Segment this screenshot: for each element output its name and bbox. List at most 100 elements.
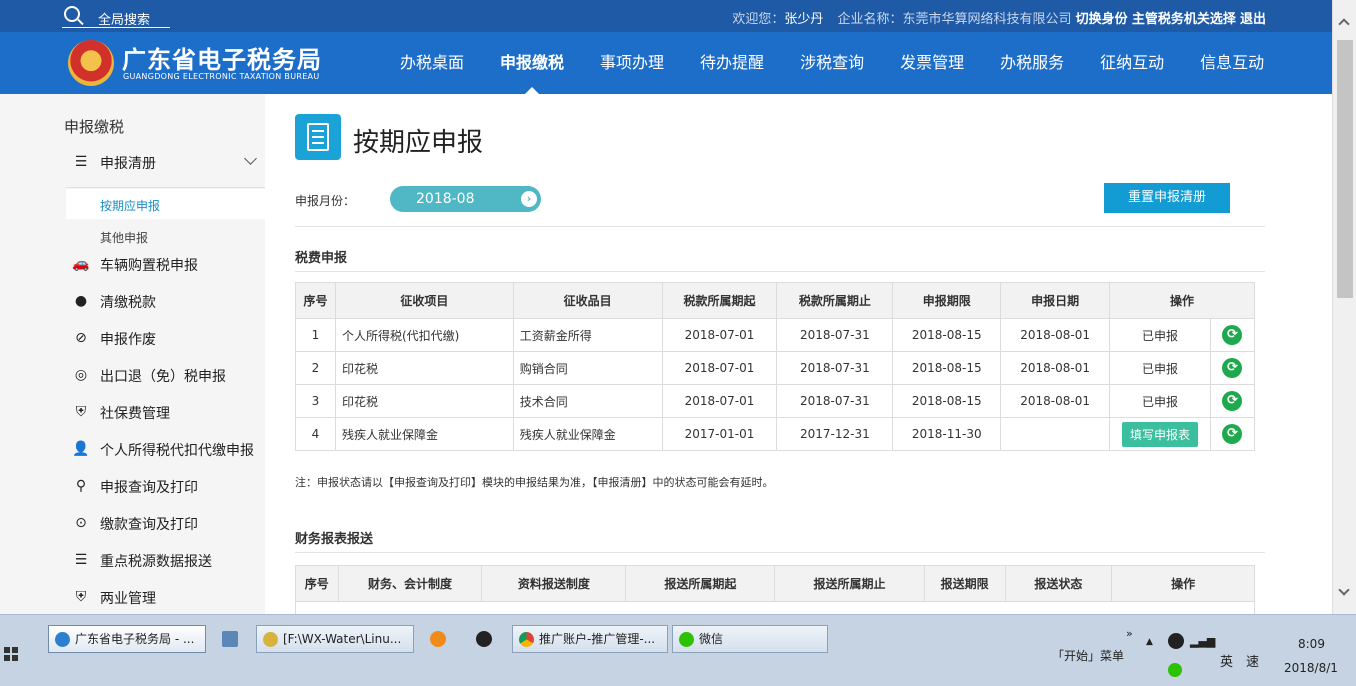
global-search[interactable]: 全局搜索 bbox=[62, 4, 170, 28]
taskbar-ie-window[interactable]: 广东省电子税务局 - ... bbox=[48, 625, 206, 653]
page-title: 按期应申报 bbox=[353, 128, 484, 158]
cell-item: 印花税 bbox=[334, 351, 514, 385]
computer-icon[interactable] bbox=[222, 631, 238, 647]
taskbar-chrome-window[interactable]: 推广账户-推广管理-... bbox=[512, 625, 668, 653]
col-header: 报送状态 bbox=[1004, 565, 1113, 602]
sidebar-item-iit-withholding[interactable]: 👤 个人所得税代扣代缴申报 bbox=[66, 437, 265, 463]
shield-icon: ⛨ bbox=[75, 404, 87, 420]
nav-matters[interactable]: 事项办理 bbox=[582, 32, 682, 94]
windows-start-icon[interactable] bbox=[4, 647, 18, 661]
list-icon: ☰ bbox=[74, 552, 88, 568]
clock-time[interactable]: 8:09 bbox=[1298, 637, 1325, 651]
flame-icon[interactable] bbox=[430, 631, 446, 647]
scroll-up-icon[interactable] bbox=[1338, 18, 1350, 30]
qq-icon[interactable] bbox=[476, 631, 492, 647]
site-header: 广东省电子税务局 GUANGDONG ELECTRONIC TAXATION B… bbox=[0, 32, 1332, 94]
refresh-icon[interactable]: ⟳ bbox=[1222, 424, 1243, 444]
nav-todo[interactable]: 待办提醒 bbox=[682, 32, 782, 94]
global-search-label: 全局搜索 bbox=[98, 13, 151, 28]
wechat-tray-icon[interactable] bbox=[1168, 663, 1182, 677]
start-menu-label[interactable]: 「开始」菜单 bbox=[1052, 647, 1124, 664]
divider bbox=[295, 552, 1265, 553]
switch-identity-link[interactable]: 切换身份 bbox=[1076, 12, 1128, 27]
sidebar-sub-periodic[interactable]: 按期应申报 bbox=[66, 189, 265, 219]
ime-mode[interactable]: 速 bbox=[1246, 651, 1259, 670]
cell-date bbox=[1000, 417, 1111, 451]
logout-link[interactable]: 退出 bbox=[1240, 12, 1266, 27]
nav-info[interactable]: 信息互动 bbox=[1182, 32, 1282, 94]
choose-authority-link[interactable]: 主管税务机关选择 bbox=[1132, 12, 1236, 27]
col-header: 序号 bbox=[295, 282, 336, 319]
nav-tax-query[interactable]: 涉税查询 bbox=[782, 32, 882, 94]
nav-desktop[interactable]: 办税桌面 bbox=[382, 32, 482, 94]
fill-declaration-button[interactable]: 填写申报表 bbox=[1122, 421, 1199, 447]
sidebar-item-declare-query[interactable]: ⚲ 申报查询及打印 bbox=[66, 474, 265, 500]
company-name: 东莞市华算网络科技有限公司 bbox=[902, 12, 1072, 27]
taskbar-wechat-window[interactable]: 微信 bbox=[672, 625, 828, 653]
reset-declare-list-button[interactable]: 重置申报清册 bbox=[1104, 183, 1230, 213]
table-row: 2 印花税 购销合同 2018-07-01 2018-07-31 2018-08… bbox=[295, 351, 1256, 385]
sidebar-item-two-industries[interactable]: ⛨ 两业管理 bbox=[66, 585, 265, 611]
page-scrollbar[interactable] bbox=[1332, 0, 1356, 614]
money-bag-icon: ● bbox=[74, 293, 88, 309]
cell-no: 1 bbox=[295, 318, 336, 352]
clock-date[interactable]: 2018/8/1 bbox=[1284, 661, 1338, 675]
nav-invoice[interactable]: 发票管理 bbox=[882, 32, 982, 94]
tray-expand-icon[interactable]: ▲ bbox=[1146, 637, 1153, 647]
ime-language[interactable]: 英 bbox=[1220, 651, 1233, 670]
refresh-icon[interactable]: ⟳ bbox=[1222, 325, 1243, 345]
sidebar-item-export-refund[interactable]: ◎ 出口退（免）税申报 bbox=[66, 363, 265, 389]
divider bbox=[295, 271, 1265, 272]
sidebar-item-label: 出口退（免）税申报 bbox=[100, 369, 226, 385]
nav-service[interactable]: 办税服务 bbox=[982, 32, 1082, 94]
cell-item: 印花税 bbox=[334, 384, 514, 418]
sidebar-item-social-security[interactable]: ⛨ 社保费管理 bbox=[66, 400, 265, 426]
sidebar-item-key-source[interactable]: ☰ 重点税源数据报送 bbox=[66, 548, 265, 574]
cell-category: 技术合同 bbox=[512, 384, 663, 418]
nav-declare-pay[interactable]: 申报缴税 bbox=[482, 32, 582, 94]
sidebar-sub-other[interactable]: 其他申报 bbox=[66, 221, 265, 251]
ie-icon bbox=[55, 632, 70, 647]
sidebar-item-clear-tax[interactable]: ● 清缴税款 bbox=[66, 289, 265, 315]
logo-subtitle: GUANGDONG ELECTRONIC TAXATION BUREAU bbox=[123, 72, 320, 81]
col-header: 申报日期 bbox=[1000, 282, 1111, 319]
user-name: 张少丹 bbox=[784, 12, 824, 27]
logo-title[interactable]: 广东省电子税务局 bbox=[122, 40, 322, 75]
chrome-icon bbox=[519, 632, 534, 647]
col-header: 申报期限 bbox=[892, 282, 1002, 319]
scroll-down-icon[interactable] bbox=[1338, 584, 1350, 596]
sidebar-item-payment-query[interactable]: ⊙ 缴款查询及打印 bbox=[66, 511, 265, 537]
cell-start: 2017-01-01 bbox=[661, 417, 778, 451]
wechat-icon bbox=[679, 632, 694, 647]
cell-refresh: ⟳ bbox=[1209, 417, 1256, 451]
refresh-icon[interactable]: ⟳ bbox=[1222, 358, 1243, 378]
sidebar-item-label: 重点税源数据报送 bbox=[100, 554, 212, 570]
search-icon: ⚲ bbox=[75, 478, 87, 494]
refresh-icon[interactable]: ⟳ bbox=[1222, 391, 1243, 411]
cell-deadline: 2018-11-30 bbox=[892, 417, 1002, 451]
company-prefix: 企业名称： bbox=[837, 12, 903, 27]
col-header: 财务、会计制度 bbox=[337, 565, 483, 602]
national-emblem-icon bbox=[68, 40, 114, 86]
chevron-double-right-icon[interactable]: » bbox=[1126, 627, 1133, 640]
nav-interaction[interactable]: 征纳互动 bbox=[1082, 32, 1182, 94]
sidebar-item-vehicle-tax[interactable]: 🚗 车辆购置税申报 bbox=[66, 252, 265, 278]
chevron-right-icon[interactable]: › bbox=[521, 191, 537, 207]
sidebar-sub-label: 其他申报 bbox=[100, 231, 149, 245]
table-row: 3 印花税 技术合同 2018-07-01 2018-07-31 2018-08… bbox=[295, 384, 1256, 418]
month-selector[interactable]: 2018-08 › bbox=[390, 186, 541, 212]
user-info: 欢迎您：张少丹 企业名称：东莞市华算网络科技有限公司 切换身份 主管税务机关选择… bbox=[732, 8, 1266, 27]
cell-deadline: 2018-08-15 bbox=[892, 351, 1002, 385]
taskbar-explorer-window[interactable]: [F:\WX-Water\Linu... bbox=[256, 625, 414, 653]
document-icon bbox=[295, 114, 341, 160]
shield-icon: ⛨ bbox=[75, 589, 87, 605]
chevron-down-icon bbox=[244, 152, 257, 165]
sidebar-group-declare-list[interactable]: ☰ 申报清册 bbox=[66, 150, 265, 188]
taskbar-button-label: 推广账户-推广管理-... bbox=[539, 632, 656, 646]
person-icon: 👤 bbox=[72, 441, 90, 457]
sidebar-item-label: 车辆购置税申报 bbox=[100, 258, 198, 274]
scrollbar-thumb[interactable] bbox=[1337, 40, 1353, 298]
sidebar-item-void[interactable]: ⊘ 申报作废 bbox=[66, 326, 265, 352]
declare-status-note: 注：申报状态请以【申报查询及打印】模块的申报结果为准，【申报清册】中的状态可能会… bbox=[295, 476, 774, 489]
qq-tray-icon[interactable] bbox=[1168, 633, 1184, 649]
